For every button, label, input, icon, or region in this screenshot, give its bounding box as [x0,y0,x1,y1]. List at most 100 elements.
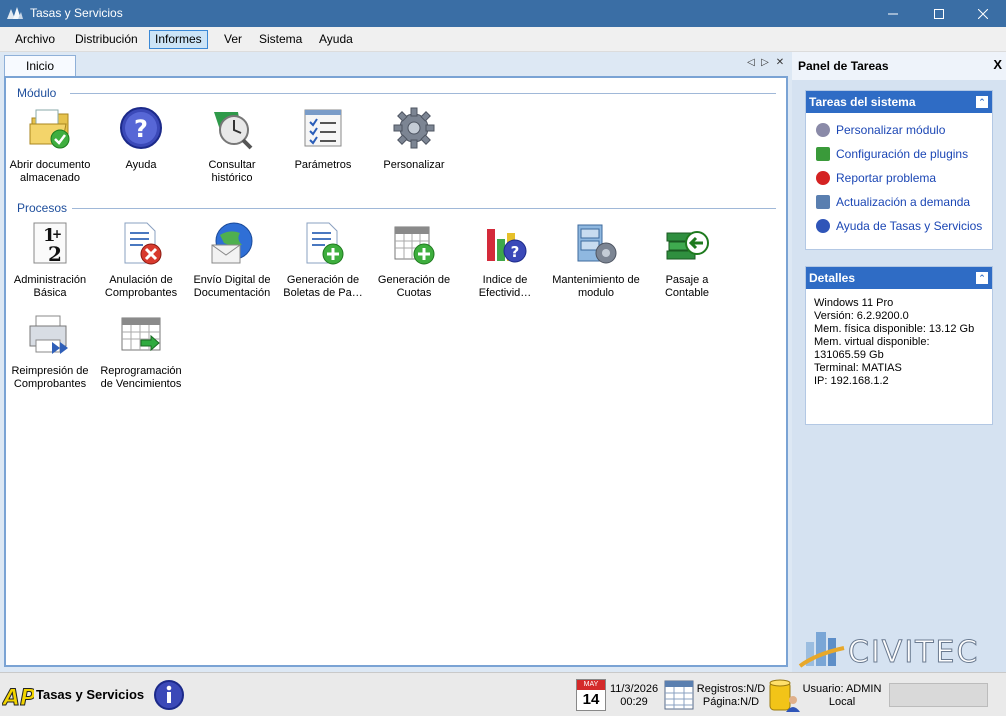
numbers-icon: 1 + 2 [33,222,67,266]
detail-version: Versión: 6.2.9200.0 [814,310,909,322]
collapse-button[interactable]: ⌃ [975,95,989,109]
checklist-icon [304,109,342,147]
plugin-icon [816,147,830,161]
info-icon[interactable] [153,679,185,711]
details-body: Windows 11 Pro Versión: 6.2.9200.0 Mem. … [806,289,992,388]
details-group: Detalles ⌃ Windows 11 Pro Versión: 6.2.9… [805,266,993,425]
detail-ip: IP: 192.168.1.2 [814,375,889,387]
system-tasks-title: Tareas del sistema [809,95,916,109]
details-title: Detalles [809,271,856,285]
tile-generacion-cuotas[interactable]: Generación de Cuotas [370,221,458,300]
close-icon [978,8,988,19]
task-label: Configuración de plugins [836,147,969,161]
window-title: Tasas y Servicios [30,6,123,20]
section-title-modulo: Módulo [17,86,57,100]
calendar-month: MAY [577,680,605,690]
task-label: Personalizar módulo [836,123,946,137]
task-panel-title: Panel de Tareas [798,59,889,73]
status-app-name: Tasas y Servicios [36,687,145,702]
task-panel: Panel de Tareas X Tareas del sistema ⌃ P… [792,52,1006,672]
maximize-button[interactable] [916,0,962,27]
task-label: Actualización a demanda [836,195,971,209]
task-label: Ayuda de Tasas y Servicios [836,219,983,233]
tile-mantenimiento-modulo[interactable]: Mantenimiento de modulo [552,221,640,300]
tab-scroll-right-icon[interactable]: ▷ [759,57,771,69]
civitec-logo: CIVITEC [798,632,978,668]
calendar-day: 14 [582,691,600,708]
svg-text:2: 2 [48,242,62,265]
section-title-procesos: Procesos [17,201,68,215]
tile-generacion-boletas[interactable]: Generación de Boletas de Pa… [279,221,367,300]
tab-strip: Inicio ◁ ▷ ✕ [0,52,792,76]
svg-text:?: ? [511,243,520,261]
tile-ayuda[interactable]: ? Ayuda [97,106,185,172]
document-cancel-icon [124,222,162,265]
cabinet-gear-icon [577,224,617,264]
task-actualizacion-demanda[interactable]: Actualización a demanda [806,190,992,214]
tile-label: Anulación de Comprobantes [104,274,178,299]
menu-archivo[interactable]: Archivo [10,30,60,49]
tile-consultar-historico[interactable]: Consultar histórico [188,106,276,185]
main-pane: Inicio ◁ ▷ ✕ Módulo Abrir documento alma… [0,52,792,672]
tile-abrir-documento[interactable]: Abrir documento almacenado [6,106,94,185]
section-divider [72,208,776,209]
detail-os: Windows 11 Pro [814,297,894,309]
menu-informes[interactable]: Informes [149,30,208,49]
menu-distribucion[interactable]: Distribución [70,30,143,49]
app-icon [7,7,23,19]
svg-text:?: ? [134,115,148,143]
api-logo-icon: API [2,686,34,712]
status-bar: API Tasas y Servicios MAY 14 11/3/2026 0… [0,672,1006,716]
tab-inicio[interactable]: Inicio [4,55,76,76]
detail-terminal: Terminal: MATIAS [814,362,902,374]
minimize-icon [888,13,898,14]
close-button[interactable] [960,0,1006,27]
tab-scroll-left-icon[interactable]: ◁ [745,57,757,69]
tile-reprogramacion-vencimientos[interactable]: Reprogramación de Vencimientos [97,312,185,391]
gear-icon [816,123,830,137]
tile-indice-efectividad[interactable]: ? Indice de Efectivid… [461,221,549,300]
tile-label: Abrir documento almacenado [9,159,91,184]
task-ayuda[interactable]: Ayuda de Tasas y Servicios [806,214,992,238]
collapse-button[interactable]: ⌃ [975,271,989,285]
status-page: Página:N/D [702,696,760,708]
tile-label: Generación de Cuotas [377,274,451,299]
menu-sistema[interactable]: Sistema [254,30,307,49]
status-date: 11/3/2026 [609,683,659,695]
task-personalizar-modulo[interactable]: Personalizar módulo [806,118,992,142]
tab-content: Módulo Abrir documento almacenado ? Ayud… [4,76,788,667]
system-tasks-group: Tareas del sistema ⌃ Personalizar módulo… [805,90,993,250]
menu-ver[interactable]: Ver [219,30,247,49]
task-configuracion-plugins[interactable]: Configuración de plugins [806,142,992,166]
tab-close-icon[interactable]: ✕ [774,57,786,69]
tile-label: Parámetros [294,159,352,171]
error-icon [816,171,830,185]
svg-text:+: + [52,227,62,241]
maximize-icon [934,8,944,19]
tile-label: Ayuda [125,159,157,171]
status-records: Registros:N/D Página:N/D [696,683,766,709]
tile-label: Reimpresión de Comprobantes [11,365,89,390]
tile-administracion-basica[interactable]: 1 + 2 Administración Básica [6,221,94,300]
system-tasks-header: Tareas del sistema ⌃ [806,91,992,113]
task-reportar-problema[interactable]: Reportar problema [806,166,992,190]
globe-mail-icon [211,222,253,264]
menu-ayuda[interactable]: Ayuda [314,30,358,49]
tile-label: Generación de Boletas de Pa… [283,274,363,299]
details-header: Detalles ⌃ [806,267,992,289]
help-icon [816,219,830,233]
status-user: Usuario: ADMIN Local [800,683,884,709]
minimize-button[interactable] [870,0,916,27]
tile-reimpresion-comprobantes[interactable]: Reimpresión de Comprobantes [6,312,94,391]
tile-anulacion-comprobantes[interactable]: Anulación de Comprobantes [97,221,185,300]
document-add-icon [306,222,344,265]
grid-icon [664,680,694,710]
task-panel-close-button[interactable]: X [993,57,1002,72]
books-arrow-icon [666,231,709,260]
tile-label: Mantenimiento de modulo [552,274,640,299]
tile-envio-digital[interactable]: Envío Digital de Documentación [188,221,276,300]
tile-personalizar[interactable]: Personalizar [370,106,458,172]
tile-pasaje-contable[interactable]: Pasaje a Contable [643,221,731,300]
tile-parametros[interactable]: Parámetros [279,106,367,172]
calendar-add-icon [394,226,435,265]
